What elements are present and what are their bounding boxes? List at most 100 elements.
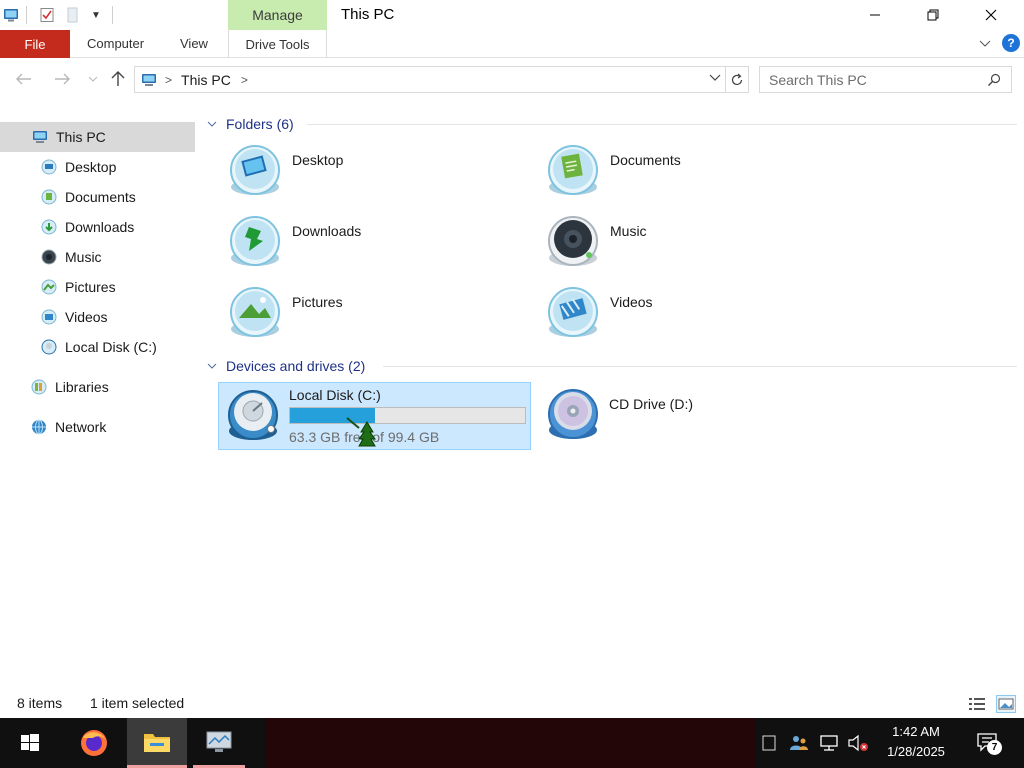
ribbon-tabs: File Computer View Drive Tools ? bbox=[0, 30, 1024, 58]
sidebar-item-network[interactable]: Network bbox=[31, 412, 106, 442]
details-view-icon[interactable] bbox=[968, 696, 986, 712]
sidebar-item-local-disk[interactable]: Local Disk (C:) bbox=[41, 332, 157, 362]
help-icon[interactable]: ? bbox=[1002, 34, 1020, 52]
folder-tile-documents[interactable]: Documents bbox=[539, 138, 849, 204]
large-icons-view-icon[interactable] bbox=[996, 695, 1016, 713]
sidebar-item-label: Downloads bbox=[65, 219, 135, 235]
documents-icon bbox=[545, 142, 601, 198]
tab-file[interactable]: File bbox=[0, 30, 70, 58]
restore-button[interactable] bbox=[910, 0, 956, 30]
customize-qat-chevron-icon[interactable]: ▼ bbox=[88, 6, 104, 24]
folder-tile-music[interactable]: Music bbox=[539, 209, 849, 275]
divider bbox=[112, 6, 113, 24]
sidebar-item-desktop[interactable]: Desktop bbox=[41, 152, 116, 182]
title-bar: ▼ Manage This PC bbox=[0, 0, 1024, 30]
group-divider bbox=[307, 124, 1017, 125]
music-icon bbox=[545, 213, 601, 269]
selection-count: 1 item selected bbox=[90, 695, 185, 711]
devices-group-header[interactable]: Devices and drives (2) bbox=[207, 355, 365, 377]
drive-tile-cd-drive[interactable]: CD Drive (D:) bbox=[539, 382, 852, 450]
clock-date: 1/28/2025 bbox=[887, 744, 945, 759]
close-button[interactable] bbox=[968, 0, 1014, 30]
tab-computer[interactable]: Computer bbox=[87, 36, 144, 51]
documents-icon bbox=[41, 189, 57, 205]
desktop-icon bbox=[41, 159, 57, 175]
pictures-icon bbox=[41, 279, 57, 295]
folder-label: Pictures bbox=[292, 294, 343, 310]
refresh-button[interactable] bbox=[726, 66, 749, 93]
sidebar-item-label: Local Disk (C:) bbox=[65, 339, 157, 355]
sidebar-item-label: Libraries bbox=[55, 379, 109, 395]
explorer-app-icon[interactable] bbox=[2, 6, 20, 24]
folder-tile-videos[interactable]: Videos bbox=[539, 280, 849, 346]
volume-muted-tray-icon[interactable] bbox=[846, 718, 870, 768]
cd-drive-icon bbox=[545, 386, 601, 442]
folders-group-header[interactable]: Folders (6) bbox=[207, 113, 294, 135]
tab-drive-tools[interactable]: Drive Tools bbox=[228, 30, 327, 58]
file-explorer-window: ▼ Manage This PC File Computer View Driv… bbox=[0, 0, 1024, 718]
expand-ribbon-chevron-icon[interactable] bbox=[977, 36, 993, 52]
forward-arrow-icon[interactable] bbox=[52, 68, 72, 90]
address-dropdown-chevron-icon[interactable] bbox=[709, 74, 721, 82]
folder-tile-desktop[interactable]: Desktop bbox=[221, 138, 531, 204]
sidebar-item-label: Desktop bbox=[65, 159, 117, 175]
network-icon bbox=[31, 419, 47, 435]
sidebar-item-label: This PC bbox=[56, 129, 106, 145]
sidebar-item-videos[interactable]: Videos bbox=[41, 302, 108, 332]
folders-group-title: Folders (6) bbox=[226, 116, 294, 132]
content-pane: Folders (6) Desktop Documents Downloads bbox=[195, 100, 1024, 690]
mouse-cursor-icon bbox=[345, 416, 379, 448]
search-box[interactable] bbox=[759, 66, 1012, 93]
hard-drive-icon bbox=[225, 387, 281, 443]
breadcrumb-this-pc[interactable]: This PC bbox=[181, 72, 231, 88]
people-tray-icon[interactable] bbox=[788, 718, 810, 768]
downloads-icon bbox=[227, 213, 283, 269]
monitor-app-taskbar-icon[interactable] bbox=[193, 718, 245, 768]
address-bar[interactable]: > This PC > bbox=[134, 66, 726, 93]
tab-view[interactable]: View bbox=[180, 36, 208, 51]
start-button[interactable] bbox=[6, 718, 54, 768]
network-tray-icon[interactable] bbox=[817, 718, 841, 768]
show-hidden-icons-button[interactable] bbox=[758, 718, 780, 768]
notification-count-badge: 7 bbox=[987, 740, 1002, 755]
pictures-icon bbox=[227, 284, 283, 340]
search-input[interactable] bbox=[769, 71, 984, 88]
notification-icon: 7 bbox=[976, 732, 1002, 755]
properties-icon[interactable] bbox=[38, 6, 56, 24]
sidebar-item-downloads[interactable]: Downloads bbox=[41, 212, 134, 242]
breadcrumb-separator-icon[interactable]: > bbox=[165, 73, 172, 87]
drive-usage-bar bbox=[289, 407, 526, 424]
drive-name: CD Drive (D:) bbox=[609, 396, 693, 412]
videos-icon bbox=[41, 309, 57, 325]
minimize-button[interactable] bbox=[852, 0, 898, 30]
taskbar: 1:42 AM 1/28/2025 7 bbox=[0, 718, 1024, 768]
taskbar-clock[interactable]: 1:42 AM 1/28/2025 bbox=[876, 722, 956, 764]
folder-tile-pictures[interactable]: Pictures bbox=[221, 280, 531, 346]
sidebar-item-label: Pictures bbox=[65, 279, 116, 295]
tab-manage[interactable]: Manage bbox=[228, 0, 327, 30]
sidebar-item-libraries[interactable]: Libraries bbox=[31, 372, 109, 402]
sidebar-item-music[interactable]: Music bbox=[41, 242, 102, 272]
file-explorer-taskbar-icon[interactable] bbox=[127, 718, 187, 768]
search-icon[interactable] bbox=[987, 73, 1001, 87]
collapse-chevron-icon[interactable] bbox=[207, 360, 221, 372]
clock-time: 1:42 AM bbox=[892, 724, 940, 739]
this-pc-icon bbox=[32, 129, 48, 145]
up-arrow-icon[interactable] bbox=[108, 68, 128, 90]
recent-locations-chevron-icon[interactable] bbox=[86, 68, 100, 90]
sidebar-item-pictures[interactable]: Pictures bbox=[41, 272, 116, 302]
back-arrow-icon[interactable] bbox=[14, 68, 34, 90]
folder-tile-downloads[interactable]: Downloads bbox=[221, 209, 531, 275]
breadcrumb-separator-icon[interactable]: > bbox=[241, 73, 248, 87]
sidebar-item-this-pc[interactable]: This PC bbox=[0, 122, 195, 152]
window-title: This PC bbox=[341, 6, 395, 23]
sidebar-item-documents[interactable]: Documents bbox=[41, 182, 136, 212]
action-center-button[interactable]: 7 bbox=[968, 718, 1008, 768]
sidebar-item-label: Network bbox=[55, 419, 107, 435]
collapse-chevron-icon[interactable] bbox=[207, 118, 221, 130]
folder-label: Music bbox=[610, 223, 647, 239]
firefox-taskbar-icon[interactable] bbox=[70, 718, 118, 768]
new-folder-icon[interactable] bbox=[64, 6, 82, 24]
navigation-row: > This PC > bbox=[0, 58, 1024, 100]
desktop-wallpaper-strip bbox=[265, 718, 755, 768]
